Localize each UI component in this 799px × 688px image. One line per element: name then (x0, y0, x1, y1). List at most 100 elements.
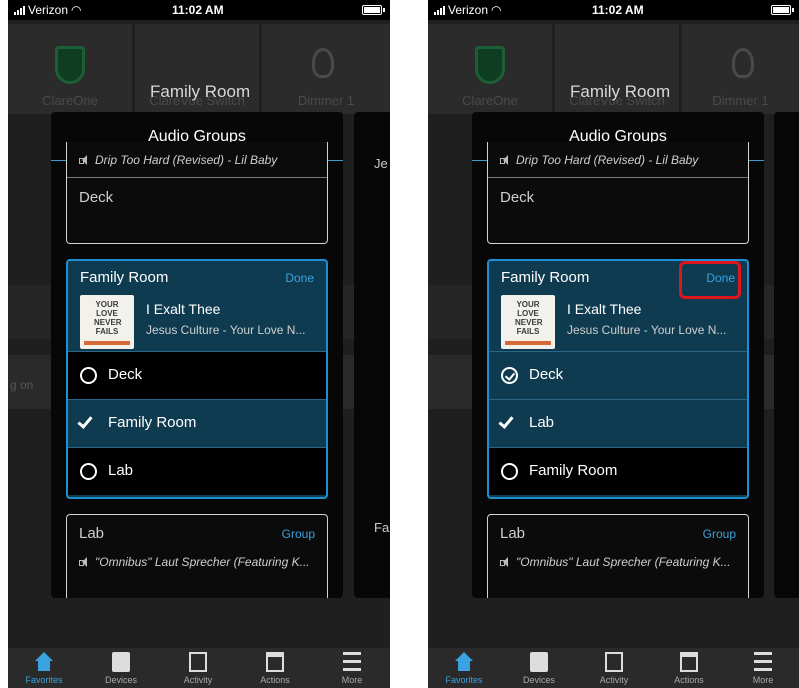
group-option-lab[interactable]: Lab (489, 399, 747, 447)
status-bar: Verizon ◠ 11:02 AM (428, 0, 799, 20)
wifi-icon: ◠ (491, 3, 502, 17)
tab-devices[interactable]: Devices (86, 648, 156, 688)
group-name: Lab (79, 525, 105, 542)
active-group-card: Family Room Done YOUR LOVE NEVER FAILS I… (66, 259, 328, 499)
now-playing-text: Drip Too Hard (Revised) - Lil Baby (95, 153, 278, 167)
side-fragment: Fa (374, 520, 390, 535)
shield-icon (475, 46, 505, 84)
album-art-text: YOUR LOVE NEVER FAILS (515, 300, 543, 336)
tab-favorites[interactable]: Favorites (429, 648, 499, 688)
tab-favorites[interactable]: Favorites (9, 648, 79, 688)
option-label: Lab (108, 462, 134, 479)
radio-circle-icon (80, 463, 97, 480)
group-button[interactable]: Group (703, 527, 736, 541)
group-option-family-room[interactable]: Family Room (68, 399, 326, 447)
checked-circle-icon (501, 367, 518, 384)
now-playing-text: Drip Too Hard (Revised) - Lil Baby (516, 153, 699, 167)
group-option-lab[interactable]: Lab (68, 447, 326, 495)
wifi-icon: ◠ (71, 3, 82, 17)
activity-icon (605, 652, 623, 672)
tab-actions[interactable]: Actions (654, 648, 724, 688)
tab-label: Activity (183, 675, 213, 685)
group-option-family-room[interactable]: Family Room (489, 447, 747, 495)
audio-groups-modal: Audio Groups Drip Too Hard (Revised) - L… (51, 112, 343, 598)
status-time: 11:02 AM (172, 3, 224, 17)
tab-label: Actions (674, 675, 704, 685)
radio-circle-icon (501, 463, 518, 480)
tile-label: ClareOne (42, 93, 98, 108)
speaker-icon (500, 557, 508, 567)
now-playing: "Omnibus" Laut Sprecher (Featuring K... (79, 555, 319, 569)
speaker-icon (79, 557, 87, 567)
bulb-icon (312, 48, 334, 78)
devices-icon (530, 652, 548, 672)
background-room-title: Family Room (150, 82, 251, 101)
tab-label: Favorites (445, 675, 483, 685)
tile-dimmer[interactable]: Dimmer 1 (262, 24, 390, 114)
tab-more[interactable]: More (728, 648, 798, 688)
side-card (774, 112, 799, 598)
done-button[interactable]: Done (285, 271, 314, 285)
tab-activity[interactable]: Activity (163, 648, 233, 688)
signal-icon (14, 5, 25, 15)
track-artist: Jesus Culture - Your Love N... (146, 323, 306, 337)
background-fragment: g on (10, 378, 34, 392)
group-option-deck[interactable]: Deck (68, 351, 326, 399)
phone-screen-right: Verizon ◠ 11:02 AM ClareOne ClareVue Swi… (428, 0, 799, 688)
activity-icon (189, 652, 207, 672)
carrier-label: Verizon (448, 3, 489, 17)
tab-label: More (752, 675, 774, 685)
group-option-deck[interactable]: Deck (489, 351, 747, 399)
tab-label: Favorites (25, 675, 63, 685)
home-icon (35, 652, 53, 672)
option-label: Family Room (108, 414, 197, 431)
audio-groups-modal: Audio Groups Drip Too Hard (Revised) - L… (472, 112, 764, 598)
album-art-text: YOUR LOVE NEVER FAILS (94, 300, 122, 336)
group-name: Family Room (501, 269, 590, 286)
tab-bar: Favorites Devices Activity Actions More (8, 648, 390, 688)
battery-icon (771, 5, 794, 15)
tile-dimmer[interactable]: Dimmer 1 (682, 24, 799, 114)
menu-icon (754, 652, 772, 672)
bulb-icon (732, 48, 754, 78)
group-name: Family Room (80, 269, 169, 286)
deck-card[interactable]: Drip Too Hard (Revised) - Lil Baby Deck (66, 142, 328, 244)
tile-clareone[interactable]: ClareOne (428, 24, 552, 114)
now-playing-text: "Omnibus" Laut Sprecher (Featuring K... (516, 555, 731, 569)
group-name: Lab (500, 525, 526, 542)
option-label: Family Room (529, 462, 618, 479)
deck-card[interactable]: Drip Too Hard (Revised) - Lil Baby Deck (487, 142, 749, 244)
lab-card[interactable]: Lab Group "Omnibus" Laut Sprecher (Featu… (487, 514, 749, 598)
tab-more[interactable]: More (317, 648, 387, 688)
tile-label: ClareOne (462, 93, 518, 108)
group-name: Deck (500, 189, 535, 206)
side-fragment: Je (374, 156, 388, 171)
now-playing-text: "Omnibus" Laut Sprecher (Featuring K... (95, 555, 310, 569)
phone-screen-left: Verizon ◠ 11:02 AM ClareOne ClareVue Swi… (8, 0, 390, 688)
group-button[interactable]: Group (282, 527, 315, 541)
tile-label: Dimmer 1 (297, 93, 355, 108)
now-playing: "Omnibus" Laut Sprecher (Featuring K... (500, 555, 740, 569)
track-info: YOUR LOVE NEVER FAILS I Exalt Thee Jesus… (489, 291, 747, 351)
option-label: Deck (529, 366, 564, 383)
shield-icon (55, 46, 85, 84)
tile-clareone[interactable]: ClareOne (8, 24, 132, 114)
carrier: Verizon ◠ (434, 3, 502, 17)
tab-activity[interactable]: Activity (579, 648, 649, 688)
tab-actions[interactable]: Actions (240, 648, 310, 688)
group-name: Deck (79, 189, 114, 206)
tab-label: Devices (522, 675, 555, 685)
side-card: Je Fa (354, 112, 390, 598)
option-label: Lab (529, 414, 555, 431)
battery-icon (362, 5, 385, 15)
tab-devices[interactable]: Devices (504, 648, 574, 688)
speaker-icon (79, 155, 87, 165)
tab-label: Devices (104, 675, 137, 685)
checkmark-icon (77, 413, 93, 429)
tab-label: Actions (260, 675, 290, 685)
menu-icon (343, 652, 361, 672)
tab-bar: Favorites Devices Activity Actions More (428, 648, 799, 688)
lab-card[interactable]: Lab Group "Omnibus" Laut Sprecher (Featu… (66, 514, 328, 598)
devices-icon (112, 652, 130, 672)
now-playing: Drip Too Hard (Revised) - Lil Baby (67, 142, 327, 178)
